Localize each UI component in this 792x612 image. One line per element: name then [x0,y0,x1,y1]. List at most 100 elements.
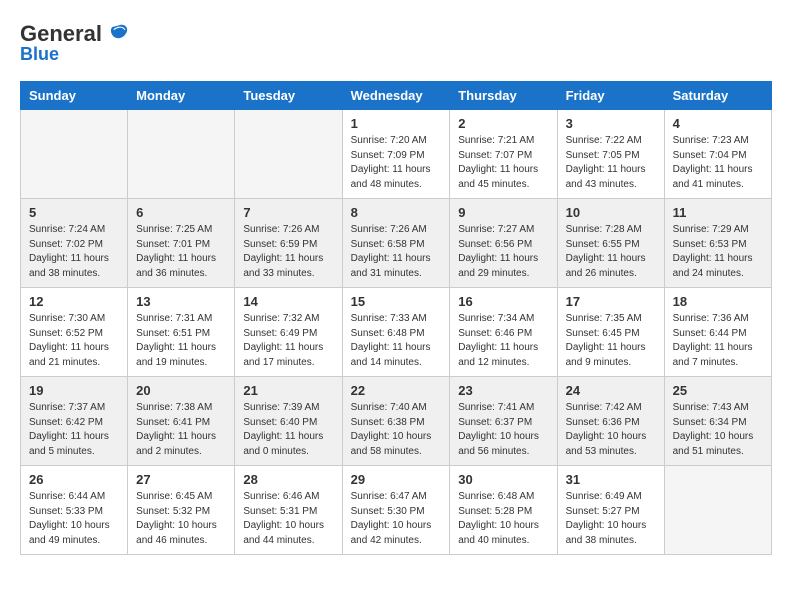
day-info: Sunrise: 7:31 AM Sunset: 6:51 PM Dayligh… [136,312,226,370]
day-info: Sunrise: 6:44 AM Sunset: 5:33 PM Dayligh… [29,490,119,548]
logo-bird-icon [104,20,132,48]
day-number: 25 [673,383,763,398]
day-info: Sunrise: 6:45 AM Sunset: 5:32 PM Dayligh… [136,490,226,548]
day-number: 10 [566,205,656,220]
day-number: 11 [673,205,763,220]
calendar-cell: 4Sunrise: 7:23 AM Sunset: 7:04 PM Daylig… [664,110,771,199]
day-number: 31 [566,472,656,487]
day-info: Sunrise: 7:25 AM Sunset: 7:01 PM Dayligh… [136,223,226,281]
day-number: 29 [351,472,442,487]
day-number: 6 [136,205,226,220]
logo-text: General [20,22,102,46]
day-info: Sunrise: 7:42 AM Sunset: 6:36 PM Dayligh… [566,401,656,459]
day-info: Sunrise: 7:33 AM Sunset: 6:48 PM Dayligh… [351,312,442,370]
day-number: 13 [136,294,226,309]
weekday-header-saturday: Saturday [664,82,771,110]
calendar-cell: 16Sunrise: 7:34 AM Sunset: 6:46 PM Dayli… [450,288,557,377]
calendar-cell: 17 Sunrise: 7:35 AM Sunset: 6:45 PM Dayli… [557,288,664,377]
day-info: Sunrise: 6:47 AM Sunset: 5:30 PM Dayligh… [351,490,442,548]
calendar-cell: 11 Sunrise: 7:29 AM Sunset: 6:53 PM Dayli… [664,199,771,288]
day-info: Sunrise: 7:29 AM Sunset: 6:53 PM Dayligh… [673,223,763,281]
day-number: 24 [566,383,656,398]
calendar-cell: 25 Sunrise: 7:43 AM Sunset: 6:34 PM Dayli… [664,377,771,466]
day-number: 5 [29,205,119,220]
day-info: Sunrise: 7:40 AM Sunset: 6:38 PM Dayligh… [351,401,442,459]
logo: General Blue [20,20,132,65]
day-info: Sunrise: 7:37 AM Sunset: 6:42 PM Dayligh… [29,401,119,459]
calendar-cell: 7 Sunrise: 7:26 AM Sunset: 6:59 PM Daylig… [235,199,342,288]
calendar-cell [664,466,771,555]
day-info: Sunrise: 7:43 AM Sunset: 6:34 PM Dayligh… [673,401,763,459]
calendar-cell: 1 Sunrise: 7:20 AM Sunset: 7:09 PM Daylig… [342,110,450,199]
day-number: 14 [243,294,333,309]
calendar-cell [235,110,342,199]
day-info: Sunrise: 7:26 AM Sunset: 6:58 PM Dayligh… [351,223,442,281]
calendar-week-row: 19 Sunrise: 7:37 AM Sunset: 6:42 PM Dayli… [21,377,772,466]
calendar-cell: 5 Sunrise: 7:24 AM Sunset: 7:02 PM Daylig… [21,199,128,288]
calendar-week-row: 12 Sunrise: 7:30 AM Sunset: 6:52 PM Dayli… [21,288,772,377]
day-number: 7 [243,205,333,220]
weekday-header-monday: Monday [128,82,235,110]
day-number: 30 [458,472,548,487]
weekday-header-wednesday: Wednesday [342,82,450,110]
calendar-cell: 21 Sunrise: 7:39 AM Sunset: 6:40 PM Dayli… [235,377,342,466]
day-number: 26 [29,472,119,487]
calendar-cell: 29 Sunrise: 6:47 AM Sunset: 5:30 PM Dayli… [342,466,450,555]
day-number: 28 [243,472,333,487]
day-number: 12 [29,294,119,309]
day-number: 17 [566,294,656,309]
weekday-header-sunday: Sunday [21,82,128,110]
day-info: Sunrise: 7:34 AM Sunset: 6:46 PM Dayligh… [458,312,548,370]
calendar-week-row: 26 Sunrise: 6:44 AM Sunset: 5:33 PM Dayli… [21,466,772,555]
day-number: 27 [136,472,226,487]
day-number: 22 [351,383,442,398]
day-info: Sunrise: 6:46 AM Sunset: 5:31 PM Dayligh… [243,490,333,548]
day-number: 19 [29,383,119,398]
day-info: Sunrise: 7:30 AM Sunset: 6:52 PM Dayligh… [29,312,119,370]
day-info: Sunrise: 7:28 AM Sunset: 6:55 PM Dayligh… [566,223,656,281]
day-number: 23 [458,383,548,398]
day-info: Sunrise: 6:48 AM Sunset: 5:28 PM Dayligh… [458,490,548,548]
day-info: Sunrise: 7:36 AM Sunset: 6:44 PM Dayligh… [673,312,763,370]
calendar-cell: 26 Sunrise: 6:44 AM Sunset: 5:33 PM Dayli… [21,466,128,555]
calendar-table: SundayMondayTuesdayWednesdayThursdayFrid… [20,81,772,555]
calendar-cell: 18 Sunrise: 7:36 AM Sunset: 6:44 PM Dayli… [664,288,771,377]
calendar-cell: 19 Sunrise: 7:37 AM Sunset: 6:42 PM Dayli… [21,377,128,466]
weekday-header-row: SundayMondayTuesdayWednesdayThursdayFrid… [21,82,772,110]
day-info: Sunrise: 7:26 AM Sunset: 6:59 PM Dayligh… [243,223,333,281]
day-number: 9 [458,205,548,220]
day-info: Sunrise: 7:20 AM Sunset: 7:09 PM Dayligh… [351,134,442,192]
calendar-cell: 14 Sunrise: 7:32 AM Sunset: 6:49 PM Dayli… [235,288,342,377]
calendar-week-row: 1 Sunrise: 7:20 AM Sunset: 7:09 PM Daylig… [21,110,772,199]
day-info: Sunrise: 7:39 AM Sunset: 6:40 PM Dayligh… [243,401,333,459]
day-info: Sunrise: 7:22 AM Sunset: 7:05 PM Dayligh… [566,134,656,192]
calendar-cell: 3 Sunrise: 7:22 AM Sunset: 7:05 PM Daylig… [557,110,664,199]
page-header: General Blue [20,20,772,65]
weekday-header-friday: Friday [557,82,664,110]
calendar-cell: 27 Sunrise: 6:45 AM Sunset: 5:32 PM Dayli… [128,466,235,555]
calendar-cell: 2Sunrise: 7:21 AM Sunset: 7:07 PM Daylig… [450,110,557,199]
weekday-header-thursday: Thursday [450,82,557,110]
day-number: 21 [243,383,333,398]
day-info: Sunrise: 7:21 AM Sunset: 7:07 PM Dayligh… [458,134,548,192]
calendar-cell: 9Sunrise: 7:27 AM Sunset: 6:56 PM Daylig… [450,199,557,288]
day-number: 3 [566,116,656,131]
day-number: 1 [351,116,442,131]
calendar-cell: 15Sunrise: 7:33 AM Sunset: 6:48 PM Dayli… [342,288,450,377]
calendar-cell [21,110,128,199]
calendar-cell: 28 Sunrise: 6:46 AM Sunset: 5:31 PM Dayli… [235,466,342,555]
day-info: Sunrise: 7:35 AM Sunset: 6:45 PM Dayligh… [566,312,656,370]
weekday-header-tuesday: Tuesday [235,82,342,110]
calendar-cell: 13 Sunrise: 7:31 AM Sunset: 6:51 PM Dayli… [128,288,235,377]
calendar-cell [128,110,235,199]
calendar-cell: 12 Sunrise: 7:30 AM Sunset: 6:52 PM Dayli… [21,288,128,377]
day-number: 18 [673,294,763,309]
calendar-cell: 20 Sunrise: 7:38 AM Sunset: 6:41 PM Dayli… [128,377,235,466]
calendar-cell: 30 Sunrise: 6:48 AM Sunset: 5:28 PM Dayli… [450,466,557,555]
calendar-cell: 22 Sunrise: 7:40 AM Sunset: 6:38 PM Dayli… [342,377,450,466]
day-number: 20 [136,383,226,398]
day-info: Sunrise: 7:38 AM Sunset: 6:41 PM Dayligh… [136,401,226,459]
calendar-cell: 10 Sunrise: 7:28 AM Sunset: 6:55 PM Dayli… [557,199,664,288]
day-info: Sunrise: 7:24 AM Sunset: 7:02 PM Dayligh… [29,223,119,281]
day-info: Sunrise: 7:32 AM Sunset: 6:49 PM Dayligh… [243,312,333,370]
